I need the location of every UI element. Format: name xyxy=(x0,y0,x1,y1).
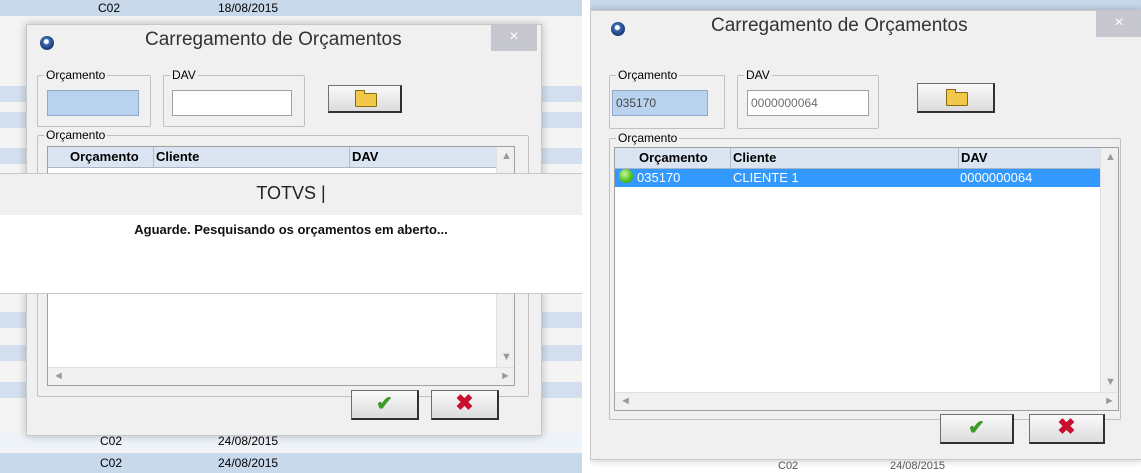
background-row: C02 18/08/2015 xyxy=(0,0,582,16)
background-cell-date: 18/08/2015 xyxy=(218,1,279,15)
open-folder-button[interactable] xyxy=(917,83,995,113)
background-row: C02 24/08/2015 xyxy=(590,459,1141,473)
background-row xyxy=(590,0,1141,10)
x-icon: ✖ xyxy=(455,390,474,415)
totvs-wait-overlay: TOTVS | Aguarde. Pesquisando os orçament… xyxy=(0,173,582,294)
orcamento-input[interactable] xyxy=(47,90,139,116)
carregamento-dialog: Carregamento de Orçamentos × Orçamento 0… xyxy=(590,10,1141,460)
app-logo-icon xyxy=(611,22,625,36)
column-header-dav[interactable]: DAV xyxy=(350,147,497,167)
overlay-titlebar: TOTVS | xyxy=(0,174,582,215)
close-button[interactable]: × xyxy=(1096,11,1141,37)
dav-label: DAV xyxy=(170,68,198,82)
dav-field-group: DAV 0000000064 xyxy=(737,68,879,129)
orcamento-input[interactable]: 035170 xyxy=(612,90,708,116)
scroll-down-icon[interactable]: ▼ xyxy=(501,351,512,363)
orcamento-label: Orçamento xyxy=(616,68,680,82)
open-folder-button[interactable] xyxy=(328,85,402,113)
dialog-title: Carregamento de Orçamentos xyxy=(145,29,402,50)
left-screenshot-panel: C02 18/08/2015 C02 24/08/2015 C02 24/08/… xyxy=(0,0,582,473)
column-header-orcamento[interactable]: Orçamento xyxy=(615,148,731,168)
folder-icon xyxy=(945,88,968,106)
column-header-cliente[interactable]: Cliente xyxy=(154,147,350,167)
scroll-up-icon[interactable]: ▲ xyxy=(1105,151,1116,163)
scroll-left-icon[interactable]: ◄ xyxy=(53,370,64,382)
column-header-dav[interactable]: DAV xyxy=(959,148,1101,168)
scroll-up-icon[interactable]: ▲ xyxy=(501,150,512,162)
dialog-title: Carregamento de Orçamentos xyxy=(711,15,968,36)
scroll-right-icon[interactable]: ► xyxy=(500,370,511,382)
scroll-left-icon[interactable]: ◄ xyxy=(620,395,631,407)
dav-input[interactable] xyxy=(172,90,292,116)
orcamento-grid-group: Orçamento Orçamento Cliente DAV 035170 C… xyxy=(609,131,1121,420)
confirm-button[interactable]: ✔ xyxy=(940,414,1014,444)
background-cell-code: C02 xyxy=(100,456,123,470)
right-screenshot-panel: Carregamento de Orçamentos × Orçamento 0… xyxy=(590,0,1141,473)
grid-group-label: Orçamento xyxy=(44,128,108,142)
dav-input[interactable]: 0000000064 xyxy=(747,90,869,116)
horizontal-scrollbar[interactable]: ◄ ► xyxy=(615,392,1118,410)
folder-icon xyxy=(354,89,377,107)
close-button[interactable]: × xyxy=(491,25,537,51)
overlay-title: TOTVS | xyxy=(256,183,326,203)
grid-group-label: Orçamento xyxy=(616,131,680,145)
app-logo-icon xyxy=(40,36,54,50)
overlay-message: Aguarde. Pesquisando os orçamentos em ab… xyxy=(134,222,448,237)
dav-field-group: DAV xyxy=(163,68,305,127)
orcamento-field-group: Orçamento xyxy=(37,68,151,127)
cell-orcamento: 035170 xyxy=(637,170,681,185)
background-cell-code: C02 xyxy=(98,1,121,15)
orcamentos-grid: Orçamento Cliente DAV 035170 CLIENTE 1 0… xyxy=(614,147,1119,411)
column-header-cliente[interactable]: Cliente xyxy=(731,148,959,168)
dialog-titlebar: Carregamento de Orçamentos × xyxy=(27,25,541,59)
grid-header: Orçamento Cliente DAV xyxy=(48,147,497,168)
confirm-button[interactable]: ✔ xyxy=(351,390,419,420)
cell-cliente: CLIENTE 1 xyxy=(733,170,799,185)
background-cell-code: C02 xyxy=(778,460,799,472)
scroll-down-icon[interactable]: ▼ xyxy=(1105,376,1116,388)
dialog-titlebar: Carregamento de Orçamentos × xyxy=(591,11,1141,45)
green-status-icon xyxy=(619,169,633,183)
cell-dav: 0000000064 xyxy=(960,170,1033,185)
vertical-scrollbar[interactable]: ▲ ▼ xyxy=(1100,148,1118,393)
cancel-button[interactable]: ✖ xyxy=(1029,414,1105,444)
background-cell-date: 24/08/2015 xyxy=(890,460,946,472)
horizontal-scrollbar[interactable]: ◄ ► xyxy=(48,367,514,385)
orcamento-field-group: Orçamento 035170 xyxy=(609,68,725,129)
background-row: C02 24/08/2015 xyxy=(0,453,582,473)
checkmark-icon: ✔ xyxy=(968,417,985,439)
background-cell-date: 24/08/2015 xyxy=(218,456,279,470)
scroll-right-icon[interactable]: ► xyxy=(1104,395,1115,407)
dav-label: DAV xyxy=(744,68,772,82)
grid-header: Orçamento Cliente DAV xyxy=(615,148,1101,169)
cancel-button[interactable]: ✖ xyxy=(431,390,499,420)
x-icon: ✖ xyxy=(1057,414,1076,439)
checkmark-icon: ✔ xyxy=(376,393,393,415)
orcamento-label: Orçamento xyxy=(44,68,108,82)
column-header-orcamento[interactable]: Orçamento xyxy=(48,147,154,167)
table-row[interactable]: 035170 CLIENTE 1 0000000064 xyxy=(615,169,1101,187)
